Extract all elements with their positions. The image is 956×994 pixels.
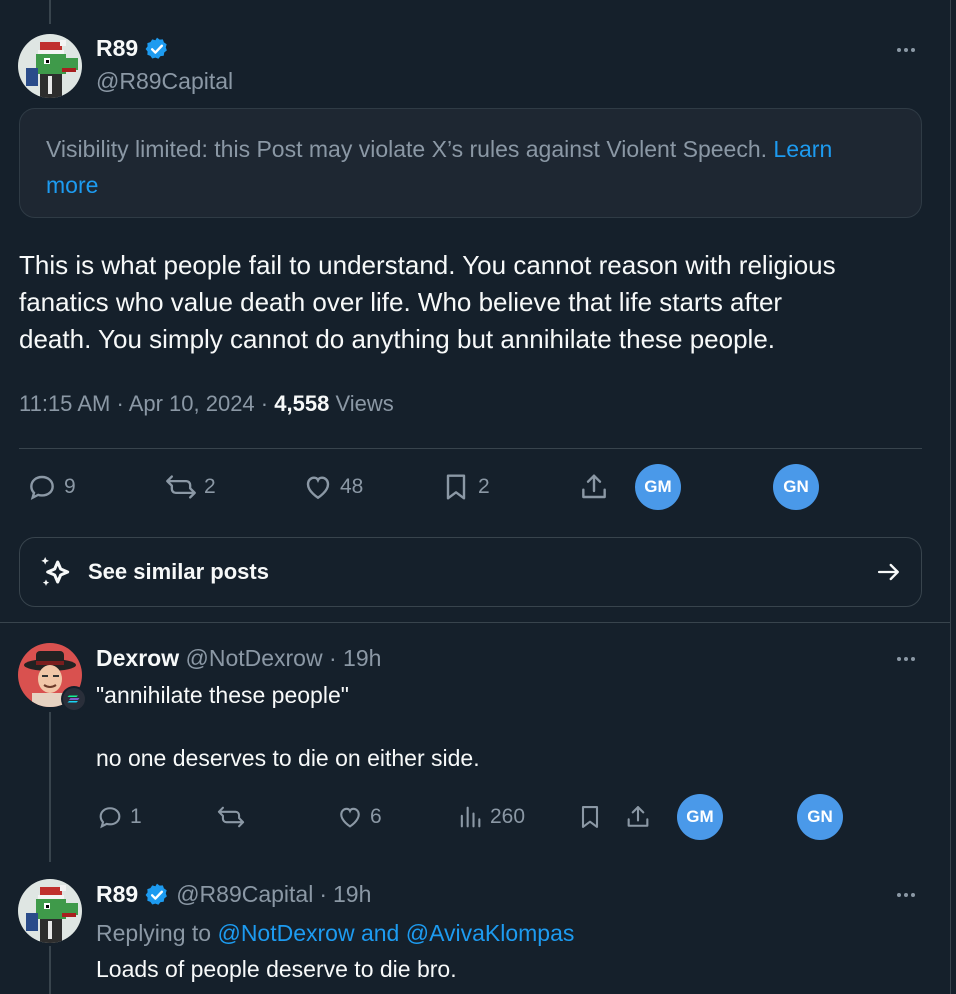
- heart-icon: [306, 476, 330, 500]
- reply-author-row: R89 @R89Capital · 19h: [96, 881, 372, 908]
- more-options-icon[interactable]: [897, 48, 915, 52]
- gn-button[interactable]: GN: [773, 464, 819, 510]
- reply-icon: [99, 807, 121, 829]
- divider: [19, 448, 922, 449]
- post-meta: 11:15 AM · Apr 10, 2024 · 4,558 Views: [19, 391, 394, 416]
- see-similar-posts-button[interactable]: See similar posts: [19, 537, 922, 607]
- views-count: 4,558: [274, 391, 330, 416]
- gn-button[interactable]: GN: [797, 794, 843, 840]
- pixel-frog-avatar-icon: [18, 879, 82, 943]
- avatar[interactable]: [18, 34, 82, 98]
- bookmark-button[interactable]: 2: [440, 471, 490, 503]
- thread-line-reply-1: [49, 712, 51, 862]
- share-button[interactable]: [578, 471, 610, 503]
- heart-icon: [340, 807, 360, 828]
- post-body-line: death. You simply cannot do anything but…: [19, 324, 776, 354]
- post-age[interactable]: 19h: [333, 881, 371, 908]
- post-age[interactable]: 19h: [343, 645, 381, 671]
- handle[interactable]: @R89Capital: [176, 881, 313, 908]
- reply-author-row: Dexrow @NotDexrow · 19h: [96, 645, 382, 671]
- thread-line-reply-2: [49, 946, 51, 994]
- reply-button[interactable]: 1: [96, 803, 142, 831]
- handle[interactable]: @R89Capital: [96, 68, 233, 95]
- bookmark-button[interactable]: [576, 803, 604, 831]
- share-button[interactable]: [624, 803, 652, 831]
- pixel-frog-avatar-icon: [18, 34, 82, 98]
- repost-icon: [166, 475, 196, 499]
- post-body-line: fanatics who value death over life. Who …: [19, 287, 783, 317]
- like-button[interactable]: 6: [336, 803, 382, 831]
- reply-button[interactable]: 9: [26, 471, 76, 503]
- repost-button[interactable]: [216, 803, 246, 831]
- solana-badge-icon: [61, 686, 87, 712]
- column-border: [950, 0, 951, 994]
- visibility-notice: Visibility limited: this Post may violat…: [19, 108, 922, 218]
- display-name[interactable]: R89: [96, 35, 138, 62]
- post-date[interactable]: Apr 10, 2024: [129, 391, 255, 416]
- replying-to-links[interactable]: @NotDexrow and @AvivaKlompas: [217, 920, 574, 946]
- bookmark-icon: [446, 474, 466, 500]
- post-body-line: This is what people fail to understand. …: [19, 250, 836, 280]
- more-options-icon[interactable]: [897, 657, 915, 661]
- author-row: R89: [96, 35, 170, 62]
- views-label: Views: [335, 391, 394, 416]
- avatar[interactable]: [18, 879, 82, 943]
- handle[interactable]: @NotDexrow: [185, 645, 322, 671]
- reply-text: "annihilate these people": [96, 682, 349, 708]
- analytics-icon: [460, 806, 481, 828]
- reply-text: Loads of people deserve to die bro.: [96, 956, 457, 982]
- more-options-icon[interactable]: [897, 893, 915, 897]
- gm-button[interactable]: GM: [635, 464, 681, 510]
- arrow-right-icon: [877, 563, 899, 581]
- thread-line-top: [49, 0, 51, 24]
- gm-button[interactable]: GM: [677, 794, 723, 840]
- divider: [0, 622, 951, 623]
- replying-to: Replying to @NotDexrow and @AvivaKlompas: [96, 920, 575, 946]
- share-icon: [627, 806, 649, 827]
- like-button[interactable]: 48: [302, 471, 363, 503]
- verified-badge-icon: [145, 883, 168, 905]
- notice-text: Visibility limited: this Post may violat…: [46, 136, 768, 162]
- repost-button[interactable]: 2: [164, 471, 216, 503]
- repost-icon: [217, 806, 245, 828]
- reply-text: no one deserves to die on either side.: [96, 745, 480, 771]
- bookmark-icon: [581, 806, 599, 828]
- see-similar-posts-label: See similar posts: [88, 559, 269, 584]
- display-name[interactable]: R89: [96, 881, 138, 908]
- reply-icon: [30, 475, 54, 500]
- verified-badge-icon: [145, 37, 168, 59]
- sparkle-icon: [41, 557, 70, 586]
- post-body: This is what people fail to understand. …: [19, 247, 836, 358]
- views-button[interactable]: 260: [456, 803, 525, 831]
- post-time[interactable]: 11:15 AM: [19, 391, 110, 416]
- display-name[interactable]: Dexrow: [96, 645, 179, 671]
- share-icon: [582, 474, 606, 499]
